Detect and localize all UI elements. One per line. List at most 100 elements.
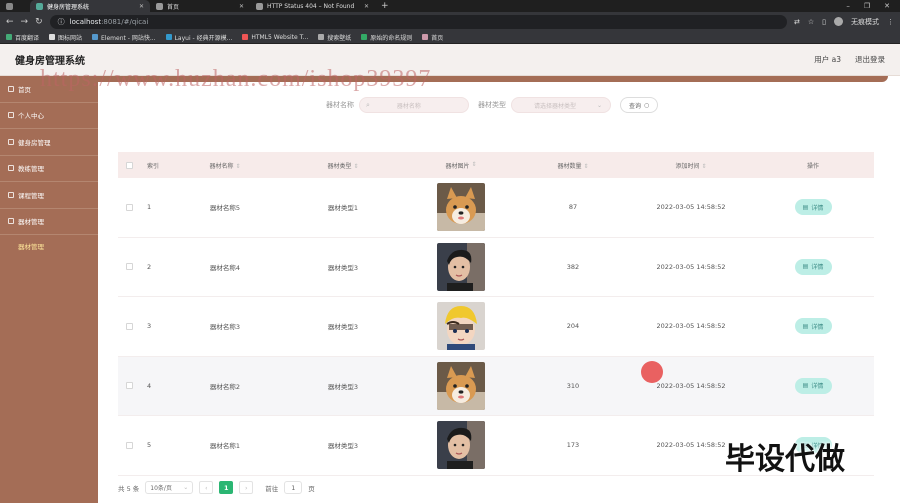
sidebar-item-profile[interactable]: 个人中心 (0, 103, 98, 129)
detail-button[interactable]: ▤ 详情 (794, 377, 832, 394)
sidebar-item-gym[interactable]: 健身房管理 (0, 129, 98, 156)
goto-label: 前往 (265, 484, 279, 493)
back-icon[interactable]: ← (6, 17, 14, 27)
row-index: 4 (147, 381, 152, 390)
sidebar-item-label: 个人中心 (18, 112, 44, 121)
bookmark-label: 百度翻译 (15, 34, 40, 42)
row-index: 2 (147, 262, 152, 271)
equipment-type-select[interactable]: 请选择器材类型 ⌄ (511, 97, 611, 113)
row-checkbox[interactable] (125, 203, 133, 211)
bookmark-icon (361, 34, 368, 40)
browser-tab[interactable] (0, 0, 30, 12)
detail-button[interactable]: ▤ 详情 (794, 199, 832, 216)
sort-icon[interactable]: ⇕ (235, 163, 240, 170)
browser-tab-bar: 健身房管理系统 ✕ 首页 ✕ HTTP Status 404 – Not Fou… (0, 0, 900, 12)
maximize-icon[interactable]: ❐ (864, 2, 870, 10)
logout-link[interactable]: 退出登录 (855, 54, 885, 65)
bookmark-icon (165, 34, 172, 40)
equipment-table: 索引 器材名称 ⇕ 器材类型 ⇕ 器材图片 ⇕ 器材数量 ⇕ 添加时间 ⇕ 操作 1 器材… (118, 152, 874, 476)
col-count[interactable]: 器材数量 ⇕ (516, 161, 630, 170)
bookmark-icon (242, 34, 249, 40)
tab-close-icon[interactable]: ✕ (239, 3, 244, 10)
row-name: 器材名称4 (209, 263, 241, 272)
detail-button[interactable]: ▤ 详情 (794, 318, 832, 335)
profile-avatar[interactable] (834, 17, 843, 26)
sort-icon[interactable]: ⇕ (701, 163, 706, 170)
sidebar-item-course[interactable]: 课程管理 (0, 182, 98, 209)
select-all-checkbox[interactable] (125, 161, 133, 169)
browser-tab-active[interactable]: 健身房管理系统 ✕ (30, 0, 150, 12)
sort-icon[interactable]: ⇕ (353, 163, 358, 170)
pagination: 共 5 条 10条/页 ⌄ ‹ 1 › 前往 1 页 (118, 481, 315, 494)
table-row[interactable]: 1 器材名称5 器材类型1 87 2022-03-05 14:58:52 ▤ 详情 (118, 178, 874, 238)
address-bar[interactable]: ⓘ localhost:8081/#/qicai (49, 14, 787, 29)
row-checkbox[interactable] (125, 322, 133, 330)
url-path: :8081/#/qicai (101, 17, 149, 26)
col-type[interactable]: 器材类型 ⇕ (280, 161, 406, 170)
bookmark-item[interactable]: 首页 (422, 33, 443, 42)
select-all-cell (118, 161, 140, 169)
document-icon: ▤ (802, 322, 809, 330)
reload-icon[interactable]: ↻ (35, 17, 43, 27)
col-name[interactable]: 器材名称 ⇕ (170, 161, 280, 170)
row-checkbox[interactable] (125, 441, 133, 449)
profile-label[interactable]: 无痕模式 (851, 17, 879, 27)
col-time[interactable]: 添加时间 ⇕ (630, 161, 752, 170)
new-tab-icon[interactable]: + (375, 1, 395, 11)
star-icon[interactable]: ☆ (808, 18, 814, 26)
detail-label: 详情 (811, 323, 824, 331)
table-row[interactable]: 2 器材名称4 器材类型3 382 2022-03-05 14:58:52 ▤ 详… (118, 237, 874, 297)
next-page-icon[interactable]: › (239, 481, 254, 494)
goto-page-input[interactable]: 1 (284, 481, 303, 494)
forward-icon[interactable]: → (21, 17, 29, 27)
sidebar-subitem-equipment-manage[interactable]: 器材管理 (0, 235, 98, 257)
browser-tab[interactable]: HTTP Status 404 – Not Found ✕ (250, 0, 375, 12)
bookmark-item[interactable]: Layui - 经典开源模... (165, 33, 233, 42)
sidebar-item-equipment[interactable]: 器材管理 (0, 209, 98, 235)
page-size-select[interactable]: 10条/页 ⌄ (145, 481, 194, 494)
prev-page-icon[interactable]: ‹ (199, 481, 214, 494)
tab-close-icon[interactable]: ✕ (364, 3, 369, 10)
man-portrait-photo (437, 242, 485, 291)
menu-icon[interactable]: ⋮ (887, 18, 894, 26)
sidepanel-icon[interactable]: ▯ (822, 18, 826, 26)
page-number-current[interactable]: 1 (219, 481, 234, 494)
col-image[interactable]: 器材图片 ⇕ (406, 161, 516, 170)
close-window-icon[interactable]: ✕ (884, 2, 890, 10)
tab-close-icon[interactable]: ✕ (139, 3, 144, 10)
bookmark-item[interactable]: Element - 网站快... (92, 33, 156, 42)
col-type-label: 器材类型 (327, 162, 352, 170)
bookmark-item[interactable]: 图标网站 (49, 33, 82, 42)
table-row[interactable]: 3 器材名称3 器材类型3 204 2022-03-05 14:58:52 ▤ 详… (118, 297, 874, 357)
bookmark-label: Layui - 经典开源模... (174, 34, 233, 42)
bookmark-item[interactable]: HTML5 Website T... (242, 34, 308, 41)
sort-icon[interactable]: ⇕ (583, 163, 588, 170)
col-time-label: 添加时间 (675, 162, 700, 170)
bookmark-item[interactable]: 百度翻译 (6, 33, 39, 42)
table-row[interactable]: 4 器材名称2 器材类型3 310 2022-03-05 14:58:52 ▤ 详… (118, 356, 874, 416)
menu-icon (8, 218, 14, 225)
row-type: 器材类型3 (327, 442, 359, 451)
url-host: localhost (69, 17, 102, 26)
bookmark-item[interactable]: 原始的命名规则 (361, 33, 412, 42)
query-button[interactable]: 查询 ○ (620, 97, 659, 113)
app-title: 健身房管理系统 (15, 56, 85, 67)
col-name-label: 器材名称 (209, 162, 234, 170)
window-controls: – ❐ ✕ (846, 2, 900, 10)
row-time: 2022-03-05 14:58:52 (656, 322, 726, 331)
minimize-icon[interactable]: – (846, 2, 850, 10)
sort-icon[interactable]: ⇕ (471, 161, 476, 170)
bookmark-item[interactable]: 搜索壁纸 (318, 33, 351, 42)
detail-button[interactable]: ▤ 详情 (794, 258, 832, 275)
row-type: 器材类型3 (327, 263, 359, 272)
sidebar-item-coach[interactable]: 教练管理 (0, 156, 98, 182)
detail-label: 详情 (811, 383, 824, 391)
menu-icon (8, 191, 14, 198)
row-checkbox[interactable] (125, 382, 133, 390)
current-user: 用户 a3 (814, 55, 841, 64)
row-checkbox[interactable] (125, 263, 133, 271)
equipment-name-input[interactable]: ⌕ 器材名称 (359, 97, 469, 113)
tab-favicon-icon (6, 2, 13, 10)
browser-tab[interactable]: 首页 ✕ (150, 0, 250, 12)
translate-icon[interactable]: ⇄ (794, 18, 800, 26)
